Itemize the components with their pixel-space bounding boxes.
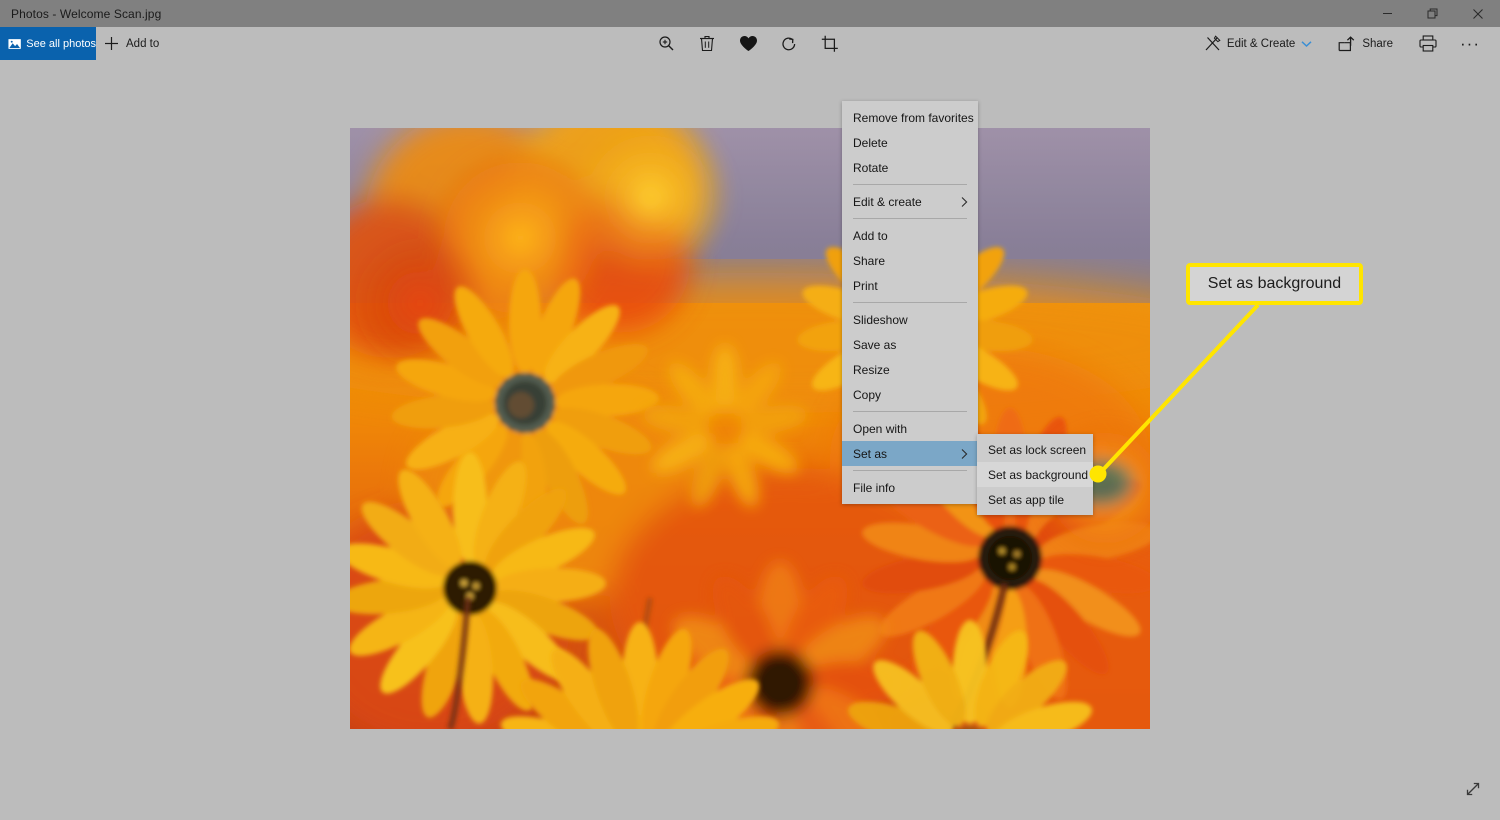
submenu-item-set-as-lock-screen[interactable]: Set as lock screen — [977, 437, 1093, 462]
favorite-icon — [739, 35, 758, 52]
menu-item-label: Resize — [853, 363, 890, 377]
favorite-button[interactable] — [737, 33, 759, 55]
chevron-right-icon — [961, 196, 968, 207]
right-toolbar-group: Edit & Create Share — [1191, 27, 1490, 60]
photos-app-window: Photos - Welcome Scan.jpg — [0, 0, 1500, 820]
menu-separator — [853, 470, 967, 471]
chevron-right-icon — [961, 448, 968, 459]
crop-icon — [821, 35, 839, 53]
pen-brush-icon — [1204, 35, 1221, 52]
photo-image — [350, 128, 1150, 729]
diagonal-resize-icon — [1464, 780, 1482, 798]
menu-item-label: File info — [853, 481, 895, 495]
center-toolbar-group — [655, 27, 841, 60]
photo-icon — [8, 37, 21, 51]
see-all-photos-label: See all photos — [26, 38, 96, 50]
zoom-in-button[interactable] — [655, 33, 677, 55]
titlebar: Photos - Welcome Scan.jpg — [0, 0, 1500, 27]
menu-item-label: Print — [853, 279, 878, 293]
edit-and-create-button[interactable]: Edit & Create — [1191, 27, 1325, 60]
menu-item-delete[interactable]: Delete — [842, 130, 978, 155]
share-button[interactable]: Share — [1325, 27, 1406, 60]
plus-icon — [104, 36, 119, 51]
menu-item-remove-from-favorites[interactable]: Remove from favorites — [842, 105, 978, 130]
menu-item-open-with[interactable]: Open with — [842, 416, 978, 441]
delete-button[interactable] — [696, 33, 718, 55]
menu-item-label: Share — [853, 254, 885, 268]
menu-item-print[interactable]: Print — [842, 273, 978, 298]
menu-separator — [853, 302, 967, 303]
menu-item-add-to[interactable]: Add to — [842, 223, 978, 248]
menu-item-label: Remove from favorites — [853, 111, 974, 125]
minimize-button[interactable] — [1365, 0, 1410, 27]
menu-item-slideshow[interactable]: Slideshow — [842, 307, 978, 332]
submenu-item-label: Set as lock screen — [988, 443, 1086, 457]
menu-separator — [853, 218, 967, 219]
menu-separator — [853, 184, 967, 185]
menu-item-rotate[interactable]: Rotate — [842, 155, 978, 180]
menu-item-file-info[interactable]: File info — [842, 475, 978, 500]
menu-item-label: Slideshow — [853, 313, 908, 327]
menu-item-label: Add to — [853, 229, 888, 243]
rotate-button[interactable] — [778, 33, 800, 55]
add-to-button[interactable]: Add to — [104, 27, 159, 60]
crop-button[interactable] — [819, 33, 841, 55]
menu-item-label: Edit & create — [853, 195, 922, 209]
menu-item-label: Rotate — [853, 161, 888, 175]
rotate-icon — [780, 35, 798, 53]
menu-item-resize[interactable]: Resize — [842, 357, 978, 382]
window-title: Photos - Welcome Scan.jpg — [0, 7, 161, 21]
photo-viewer[interactable] — [350, 128, 1150, 729]
share-label: Share — [1362, 38, 1393, 50]
menu-item-share[interactable]: Share — [842, 248, 978, 273]
context-menu[interactable]: Remove from favorites Delete Rotate Edit… — [842, 101, 978, 504]
close-icon — [1472, 8, 1484, 20]
printer-icon — [1419, 35, 1437, 52]
menu-item-copy[interactable]: Copy — [842, 382, 978, 407]
more-options-button[interactable]: ··· — [1450, 39, 1490, 49]
submenu-item-label: Set as app tile — [988, 493, 1064, 507]
minimize-icon — [1382, 8, 1393, 19]
annotation-callout-label: Set as background — [1208, 275, 1341, 293]
add-to-label: Add to — [126, 38, 159, 50]
chevron-down-icon — [1301, 40, 1312, 48]
menu-item-label: Open with — [853, 422, 907, 436]
menu-item-set-as[interactable]: Set as — [842, 441, 978, 466]
menu-item-edit-and-create[interactable]: Edit & create — [842, 189, 978, 214]
submenu-item-set-as-app-tile[interactable]: Set as app tile — [977, 487, 1093, 512]
print-button[interactable] — [1406, 27, 1450, 60]
menu-item-label: Save as — [853, 338, 896, 352]
menu-separator — [853, 411, 967, 412]
share-arrow-icon — [1338, 36, 1356, 52]
submenu-item-label: Set as background — [988, 468, 1088, 482]
menu-item-label: Set as — [853, 447, 887, 461]
menu-item-label: Copy — [853, 388, 881, 402]
zoom-in-icon — [658, 35, 675, 52]
see-all-photos-button[interactable]: See all photos — [0, 27, 96, 60]
menu-item-label: Delete — [853, 136, 888, 150]
restore-button[interactable] — [1410, 0, 1455, 27]
submenu-item-set-as-background[interactable]: Set as background — [977, 462, 1093, 487]
set-as-submenu[interactable]: Set as lock screen Set as background Set… — [977, 434, 1093, 515]
delete-icon — [699, 35, 715, 52]
close-button[interactable] — [1455, 0, 1500, 27]
restore-icon — [1427, 8, 1439, 20]
window-controls — [1365, 0, 1500, 27]
toolbar: See all photos Add to — [0, 27, 1500, 60]
edit-and-create-label: Edit & Create — [1227, 38, 1295, 50]
fullscreen-resize-button[interactable] — [1462, 778, 1484, 800]
annotation-callout: Set as background — [1186, 263, 1363, 305]
menu-item-save-as[interactable]: Save as — [842, 332, 978, 357]
